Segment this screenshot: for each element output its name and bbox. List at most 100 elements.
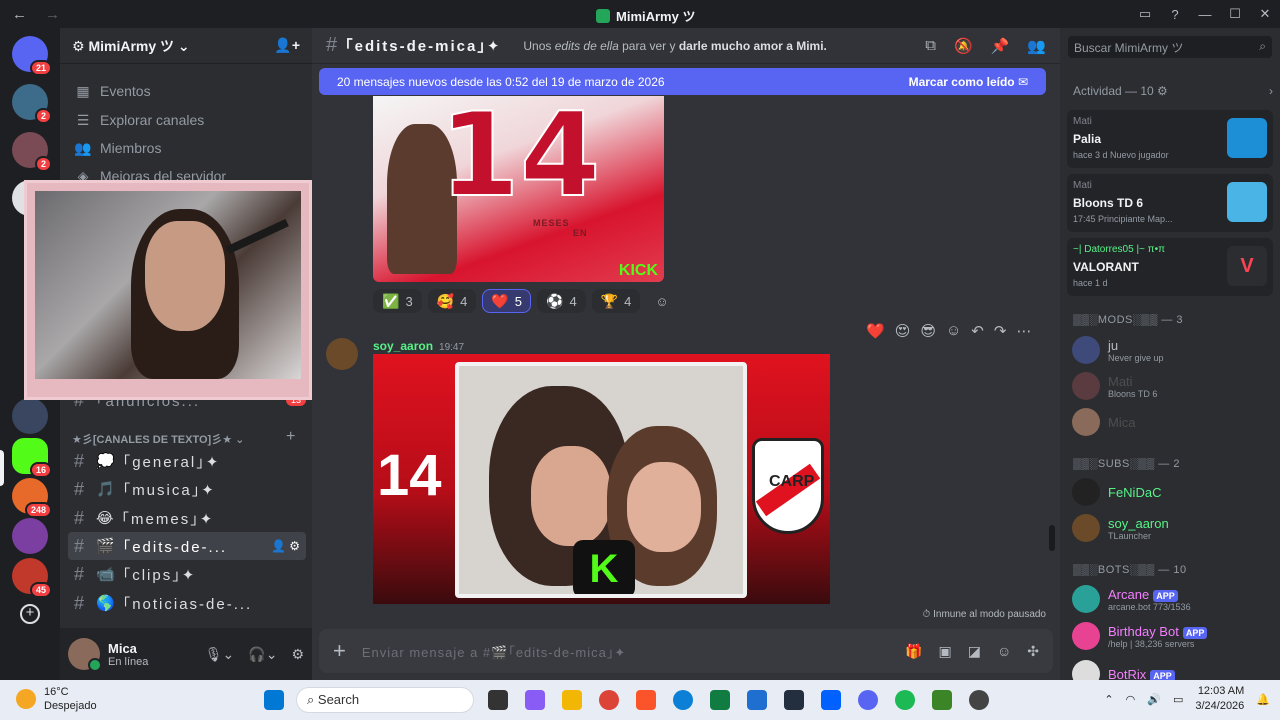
activity-card[interactable]: Mati Palia hace 3 d Nuevo jugador [1067, 110, 1273, 168]
category-text-channels[interactable]: ★彡[CANALES DE TEXTO]彡★ ⌄ [72, 431, 244, 447]
member-item[interactable]: FeNiDaC [1072, 478, 1161, 506]
server-icon[interactable]: 2 [12, 84, 52, 124]
dropbox-icon[interactable] [821, 690, 841, 710]
chrome-icon[interactable] [599, 690, 619, 710]
task-view-icon[interactable] [488, 690, 508, 710]
quick-reaction-heart[interactable]: ❤️ [866, 322, 885, 340]
brave-icon[interactable] [636, 690, 656, 710]
member-item[interactable]: Mati Bloons TD 6 [1072, 372, 1157, 400]
channel-settings-icon[interactable]: 👤 ⚙ [271, 539, 306, 553]
emoji-icon[interactable]: ☺ [997, 643, 1011, 660]
search-input[interactable]: Buscar MimiArmy ツ ⌕ [1068, 36, 1272, 58]
microphone-icon[interactable]: 🎙⌄ [205, 646, 235, 663]
nav-members[interactable]: 👥 Miembros [68, 135, 161, 161]
forward-icon[interactable]: ↷ [994, 322, 1007, 340]
direct-messages-icon[interactable]: 21 [12, 36, 52, 76]
wifi-icon[interactable]: ◠ [1126, 693, 1136, 706]
threads-icon[interactable]: ⧉ [925, 37, 936, 55]
pin-icon[interactable]: 📌 [991, 37, 1010, 55]
message-input[interactable]: Enviar mensaje a #🎬｢edits-de-mica｣✦ [362, 642, 626, 661]
reaction[interactable]: ⚽ 4 [537, 289, 586, 313]
server-icon[interactable]: 45 [12, 558, 52, 598]
forward-arrow-icon[interactable]: → [45, 6, 60, 23]
inbox-icon[interactable]: ▭ [1130, 6, 1160, 22]
reaction[interactable]: ✅ 3 [373, 289, 422, 313]
back-arrow-icon[interactable]: ← [12, 6, 27, 23]
chevron-up-icon[interactable]: ⌃ [1104, 693, 1113, 706]
battery-icon[interactable]: ▭ [1173, 693, 1183, 706]
edge-icon[interactable] [673, 690, 693, 710]
help-icon[interactable]: ? [1160, 7, 1190, 22]
mute-icon[interactable]: 🔕 [954, 37, 973, 55]
gift-icon[interactable]: 🎁 [905, 643, 922, 660]
add-reaction-icon[interactable]: ☺ [646, 289, 677, 313]
channel-noticias[interactable]: # 🌎 ｢noticias-de-... [68, 589, 306, 617]
activity-card[interactable]: ~| Datorres05 |~ π•π VALORANT hace 1 d V [1067, 238, 1273, 296]
reply-icon[interactable]: ↶ [971, 322, 984, 340]
sticker-icon[interactable]: ◪ [968, 643, 981, 660]
invite-icon[interactable]: 👤+ [274, 37, 300, 54]
notifications-icon[interactable]: 🔔 [1256, 693, 1270, 706]
edit-image-2[interactable]: 14 K CARP [373, 354, 830, 604]
activity-card[interactable]: Mati Bloons TD 6 17:45 Principiante Map.… [1067, 174, 1273, 232]
avatar[interactable] [68, 638, 102, 672]
members-list-icon[interactable]: 👥 [1027, 37, 1046, 55]
mark-as-read-button[interactable]: Marcar como leído ✉ [909, 75, 1028, 89]
discord-icon[interactable] [858, 690, 878, 710]
file-explorer-icon[interactable] [562, 690, 582, 710]
close-button[interactable]: ✕ [1250, 6, 1280, 22]
taskbar-search[interactable]: ⌕ Search [296, 687, 474, 713]
minecraft-icon[interactable] [932, 690, 952, 710]
store-icon[interactable] [747, 690, 767, 710]
member-item[interactable]: BotRix APP [1072, 660, 1175, 680]
member-item[interactable]: soy_aaron TLauncher [1072, 514, 1169, 542]
maximize-button[interactable]: ☐ [1220, 6, 1250, 22]
amazon-icon[interactable] [784, 690, 804, 710]
volume-icon[interactable]: 🔊 [1147, 693, 1161, 706]
apps-icon[interactable]: ✣ [1027, 643, 1039, 660]
headphones-icon[interactable]: 🎧⌄ [248, 646, 277, 663]
channel-edits-de-mica[interactable]: # 🎬 ｢edits-de-... 👤 ⚙ [68, 532, 306, 560]
server-icon[interactable]: 248 [12, 478, 52, 518]
reaction-selected[interactable]: ❤️ 5 [482, 289, 532, 313]
channel-memes[interactable]: # 😂 ｢memes｣✦ [68, 504, 306, 532]
avatar[interactable] [326, 338, 358, 370]
more-options-icon[interactable]: ⋯ [1016, 322, 1031, 340]
add-reaction-icon[interactable]: ☺ [946, 322, 961, 340]
nav-events[interactable]: ▦ Eventos [68, 78, 150, 104]
app-icon[interactable] [710, 690, 730, 710]
server-header[interactable]: ⚙ MimiArmy ツ ⌄ 👤+ [60, 28, 312, 64]
server-icon-mimiarmy[interactable]: 16 [12, 438, 52, 478]
nav-explore-channels[interactable]: ☰ Explorar canales [68, 107, 205, 133]
gear-icon[interactable]: ⚙ [291, 646, 304, 663]
reaction[interactable]: 🏆 4 [591, 289, 641, 313]
server-icon[interactable] [12, 398, 48, 434]
minimize-button[interactable]: — [1190, 7, 1220, 22]
server-icon[interactable]: 2 [12, 132, 52, 172]
edit-image-1[interactable]: 14 MESES EN KICK [373, 96, 664, 282]
scrollbar[interactable] [1049, 525, 1055, 551]
member-item[interactable]: Mica [1072, 408, 1135, 436]
obs-icon[interactable] [969, 690, 989, 710]
channel-general[interactable]: # 💭 ｢general｣✦ [68, 447, 306, 475]
add-channel-icon[interactable]: + [286, 428, 295, 446]
member-item[interactable]: Arcane APP arcane.bot 773/1536 [1072, 585, 1191, 613]
member-item[interactable]: Birthday Bot APP/help | 38,236 servers [1072, 622, 1208, 650]
reaction[interactable]: 🥰 4 [427, 289, 477, 313]
channel-musica[interactable]: # 🎵 ｢musica｣✦ [68, 475, 306, 503]
member-item[interactable]: ju Never give up [1072, 336, 1164, 364]
add-server-icon[interactable]: + [20, 604, 40, 624]
gif-icon[interactable]: ▣ [939, 643, 952, 660]
copilot-icon[interactable] [525, 690, 545, 710]
weather-widget[interactable]: 16°C Despejado [16, 685, 97, 713]
message-composer[interactable]: + Enviar mensaje a #🎬｢edits-de-mica｣✦ 🎁 … [319, 629, 1053, 673]
new-messages-bar[interactable]: 20 mensajes nuevos desde las 0:52 del 19… [319, 68, 1046, 95]
quick-reaction-heart-eyes[interactable]: 😍 [895, 322, 911, 340]
clock[interactable]: 12:03 AM 3/24/2026 [1195, 684, 1244, 714]
quick-reaction-cool[interactable]: 😎 [920, 322, 936, 340]
add-attachment-icon[interactable]: + [333, 638, 346, 664]
windows-start-icon[interactable] [264, 690, 284, 710]
message-author[interactable]: soy_aaron [373, 339, 433, 353]
channel-topic[interactable]: Unos edits de ella para ver y darle much… [523, 39, 826, 53]
server-icon[interactable] [12, 518, 48, 554]
